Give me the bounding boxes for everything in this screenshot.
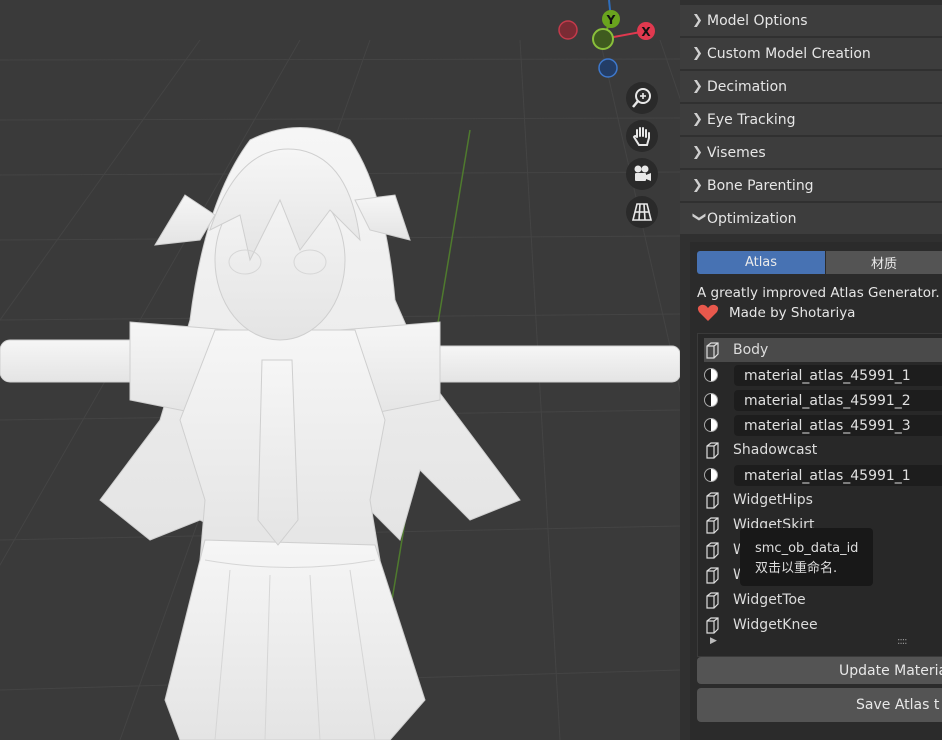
perspective-grid-icon[interactable] [626, 196, 658, 228]
section-label: Custom Model Creation [707, 45, 871, 62]
list-item[interactable] [704, 388, 718, 412]
material-name-field[interactable]: material_atlas_45991_2 [734, 390, 942, 411]
material-name-field[interactable]: material_atlas_45991_1 [734, 465, 942, 486]
mesh-object-icon [706, 616, 719, 634]
mesh-object-icon [706, 491, 719, 509]
list-item[interactable]: WidgetKnee [704, 613, 818, 637]
section-model-options[interactable]: ❯ Model Options [680, 5, 942, 36]
tab-label: Atlas [744, 255, 778, 270]
section-label: Optimization [707, 210, 797, 227]
list-item-label: WidgetKnee [733, 617, 818, 633]
heart-icon [697, 304, 719, 322]
material-icon [704, 418, 718, 432]
list-item[interactable]: WidgetHips [704, 488, 813, 512]
material-name-field[interactable]: material_atlas_45991_3 [734, 415, 942, 436]
mesh-object-icon [706, 591, 719, 609]
tab-atlas[interactable]: Atlas [697, 251, 825, 274]
tab-label: 材质 [870, 257, 897, 272]
3d-viewport[interactable]: Y X [0, 0, 680, 740]
zoom-icon[interactable] [626, 82, 658, 114]
section-custom-model-creation[interactable]: ❯ Custom Model Creation [680, 38, 942, 69]
chevron-right-icon: ❯ [692, 79, 703, 94]
pan-hand-icon[interactable] [626, 120, 658, 152]
tooltip-line: smc_ob_data_id [755, 541, 859, 556]
section-label: Visemes [707, 144, 766, 161]
gizmo-neg-x-icon [558, 20, 578, 40]
section-label: Model Options [707, 12, 808, 29]
credit-line: Made by Shotariya [697, 304, 855, 322]
gizmo-neg-z-icon [598, 58, 618, 78]
list-item-label: WidgetToe [733, 592, 806, 608]
navigation-gizmo: Y X [558, 0, 655, 78]
mesh-object-icon [706, 441, 719, 459]
chevron-right-icon: ❯ [692, 178, 703, 193]
section-label: Decimation [707, 78, 788, 95]
list-item[interactable] [704, 363, 718, 387]
chevron-right-icon: ❯ [692, 145, 703, 160]
list-item[interactable]: WidgetToe [704, 588, 806, 612]
tooltip: smc_ob_data_id 双击以重命名. [740, 528, 873, 586]
credit-text: Made by Shotariya [729, 305, 856, 321]
section-bone-parenting[interactable]: ❯ Bone Parenting [680, 170, 942, 201]
button-label: Save Atlas t [856, 697, 940, 713]
chevron-right-icon: ❯ [692, 13, 703, 28]
gizmo-x-label: X [641, 25, 651, 39]
mesh-object-icon [706, 341, 719, 359]
character-model [0, 127, 680, 740]
chevron-right-icon: ❯ [692, 112, 703, 127]
list-item[interactable] [704, 463, 718, 487]
section-label: Eye Tracking [707, 111, 796, 128]
section-visemes[interactable]: ❯ Visemes [680, 137, 942, 168]
section-decimation[interactable]: ❯ Decimation [680, 71, 942, 102]
camera-icon[interactable] [626, 158, 658, 190]
list-item[interactable] [704, 413, 718, 437]
mesh-object-icon [706, 516, 719, 534]
list-item[interactable]: Body [704, 338, 942, 362]
list-item[interactable]: Shadowcast [704, 438, 817, 462]
list-expand-icon[interactable]: ▶ [710, 636, 717, 646]
list-resize-grip[interactable]: :::: [897, 636, 908, 647]
button-label: Update Materia [839, 662, 942, 679]
gizmo-y-label: Y [606, 13, 616, 27]
tooltip-line: 双击以重命名. [755, 561, 838, 576]
update-materials-button[interactable]: Update Materia [697, 657, 942, 684]
mesh-object-icon [706, 566, 719, 584]
list-item-label: WidgetHips [733, 492, 813, 508]
section-label: Bone Parenting [707, 177, 814, 194]
material-icon [704, 468, 718, 482]
atlas-description: A greatly improved Atlas Generator. [697, 285, 940, 301]
section-eye-tracking[interactable]: ❯ Eye Tracking [680, 104, 942, 135]
material-icon [704, 368, 718, 382]
material-name-field[interactable]: material_atlas_45991_1 [734, 365, 942, 386]
chevron-down-icon: ❯ [691, 211, 707, 223]
list-item-label: Body [733, 342, 769, 358]
list-item-label: Shadowcast [733, 442, 818, 458]
section-optimization[interactable]: ❯ Optimization [680, 203, 942, 234]
material-icon [704, 393, 718, 407]
gizmo-neg-y-icon [592, 28, 614, 50]
tab-material[interactable]: 材质 [826, 251, 942, 274]
viewport-scene: Y X [0, 0, 680, 740]
save-atlas-button[interactable]: Save Atlas t [697, 688, 942, 722]
mesh-object-icon [706, 541, 719, 559]
chevron-right-icon: ❯ [692, 46, 703, 61]
